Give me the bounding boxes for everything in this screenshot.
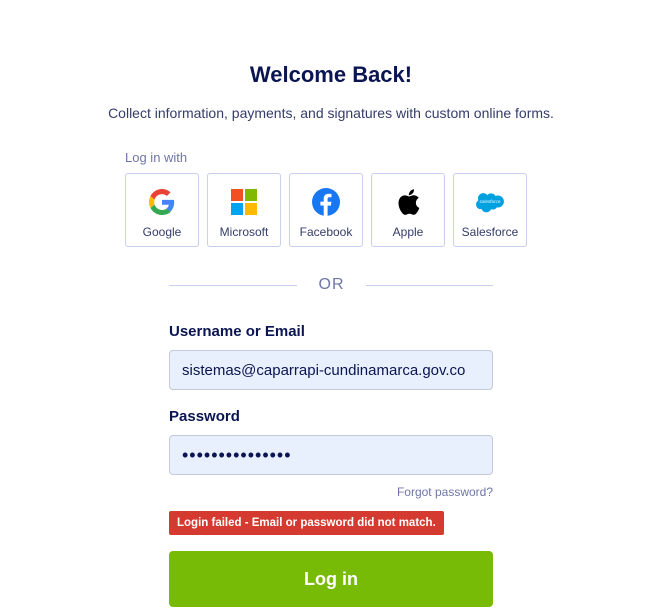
login-page: Welcome Back! Collect information, payme… xyxy=(0,0,658,608)
divider-line-left xyxy=(169,285,297,286)
svg-text:salesforce: salesforce xyxy=(480,199,501,204)
or-text: OR xyxy=(318,276,345,293)
salesforce-login-button[interactable]: salesforce Salesforce xyxy=(453,173,527,247)
page-subtitle: Collect information, payments, and signa… xyxy=(108,105,554,121)
forgot-password-link[interactable]: Forgot password? xyxy=(397,485,493,499)
salesforce-label: Salesforce xyxy=(461,225,519,239)
apple-icon xyxy=(394,188,422,216)
microsoft-login-button[interactable]: Microsoft xyxy=(207,173,281,247)
login-button[interactable]: Log in xyxy=(169,551,493,607)
facebook-login-button[interactable]: Facebook xyxy=(289,173,363,247)
apple-label: Apple xyxy=(392,225,424,239)
login-error-badge: Login failed - Email or password did not… xyxy=(169,511,444,535)
page-title: Welcome Back! xyxy=(249,62,413,87)
username-label: Username or Email xyxy=(169,323,305,340)
google-icon xyxy=(148,188,176,216)
salesforce-icon: salesforce xyxy=(476,188,504,216)
google-label: Google xyxy=(142,225,182,239)
facebook-icon xyxy=(312,188,340,216)
facebook-label: Facebook xyxy=(299,225,353,239)
apple-login-button[interactable]: Apple xyxy=(371,173,445,247)
login-with-label: Log in with xyxy=(125,150,188,165)
divider-line-right xyxy=(366,285,493,286)
password-label: Password xyxy=(169,408,240,425)
username-input[interactable] xyxy=(169,350,493,390)
social-login-buttons: Google Microsoft Facebook Apple salesfor… xyxy=(125,173,527,247)
google-login-button[interactable]: Google xyxy=(125,173,199,247)
microsoft-icon xyxy=(230,188,258,216)
microsoft-label: Microsoft xyxy=(219,225,269,239)
password-input[interactable] xyxy=(169,435,493,475)
or-divider: OR xyxy=(169,275,493,295)
